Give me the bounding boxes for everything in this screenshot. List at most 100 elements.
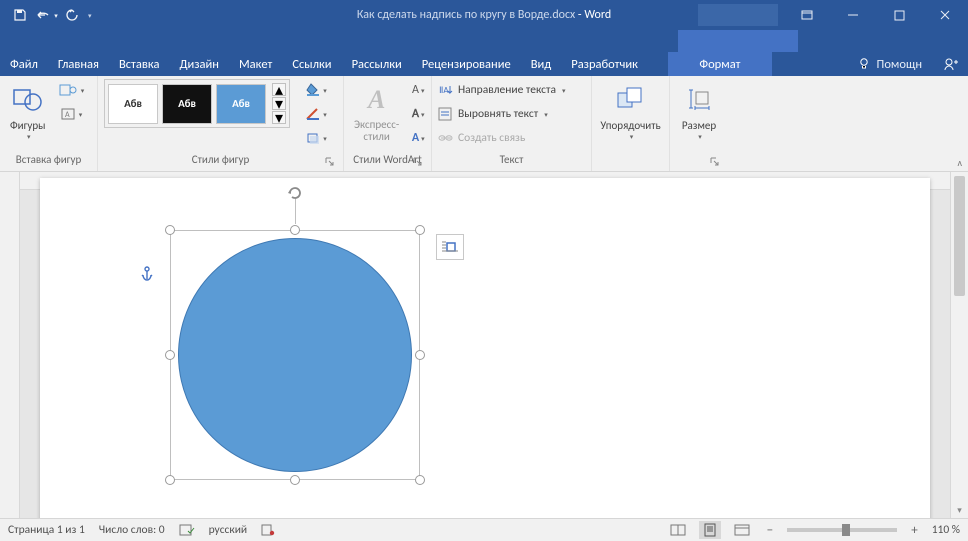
resize-handle-w[interactable] xyxy=(165,350,175,360)
save-button[interactable] xyxy=(8,3,32,27)
tab-file[interactable]: Файл xyxy=(0,52,48,76)
ribbon-display-options[interactable] xyxy=(784,0,830,30)
zoom-slider[interactable] xyxy=(787,528,897,532)
resize-handle-e[interactable] xyxy=(415,350,425,360)
zoom-level[interactable]: 110 % xyxy=(932,523,960,537)
scroll-down-icon[interactable]: ▾ xyxy=(951,502,968,518)
align-text-button[interactable]: Выровнять текст▾ xyxy=(438,103,548,125)
ribbon: Фигуры ▾ ▾ A▾ Вставка фигур Абв Абв Абв … xyxy=(0,76,968,172)
arrange-label: Упорядочить xyxy=(600,119,660,132)
minimize-button[interactable] xyxy=(830,0,876,30)
size-label: Размер xyxy=(682,119,716,132)
spellcheck-button[interactable] xyxy=(179,523,195,537)
resize-handle-s[interactable] xyxy=(290,475,300,485)
lightbulb-icon xyxy=(857,57,871,71)
resize-handle-se[interactable] xyxy=(415,475,425,485)
tab-insert[interactable]: Вставка xyxy=(109,52,170,76)
group-wordart-styles: A Экспресс- стили A▾ A▾ A▾ Стили WordArt xyxy=(344,76,432,171)
shape-fill-button[interactable]: ▾ xyxy=(298,79,334,101)
tab-format[interactable]: Формат xyxy=(668,52,772,76)
ribbon-tabs: Файл Главная Вставка Дизайн Макет Ссылки… xyxy=(0,52,968,76)
shapes-icon xyxy=(11,81,45,119)
vertical-scrollbar[interactable]: ▴ ▾ xyxy=(950,172,968,518)
text-outline-button[interactable]: A▾ xyxy=(407,103,429,125)
scroll-thumb[interactable] xyxy=(954,176,965,296)
read-mode-button[interactable] xyxy=(667,521,689,539)
quick-access-toolbar: ▾ ▾ xyxy=(0,3,92,27)
shape-style-gallery[interactable]: Абв Абв Абв ▴ ▾ ▾ xyxy=(104,79,290,128)
svg-text:ⅡA: ⅡA xyxy=(439,85,449,96)
zoom-slider-thumb[interactable] xyxy=(842,524,850,536)
dialog-launcher-icon[interactable] xyxy=(325,157,337,169)
drawing-tools-highlight xyxy=(678,30,798,52)
tell-me-search[interactable]: Помощн xyxy=(845,52,934,76)
layout-options-button[interactable] xyxy=(436,234,464,260)
page[interactable] xyxy=(40,178,930,518)
edit-shape-button[interactable]: ▾ xyxy=(54,79,90,101)
titlebar: ▾ ▾ Как сделать надпись по кругу в Ворде… xyxy=(0,0,968,30)
word-count[interactable]: Число слов: 0 xyxy=(99,523,165,537)
resize-handle-nw[interactable] xyxy=(165,225,175,235)
rotation-handle[interactable] xyxy=(286,184,304,202)
tab-references[interactable]: Ссылки xyxy=(282,52,341,76)
anchor-icon[interactable] xyxy=(140,266,154,282)
account-badge[interactable] xyxy=(698,4,778,26)
maximize-button[interactable] xyxy=(876,0,922,30)
text-direction-button[interactable]: ⅡA Направление текста▾ xyxy=(438,79,566,101)
collapse-ribbon-button[interactable]: ʌ xyxy=(957,156,962,169)
style-preview-white[interactable]: Абв xyxy=(108,84,158,124)
gallery-more-icon[interactable]: ▾ xyxy=(272,111,286,124)
group-label-shape-styles: Стили фигур xyxy=(104,153,337,170)
page-indicator[interactable]: Страница 1 из 1 xyxy=(8,523,85,537)
dialog-launcher-icon[interactable] xyxy=(710,157,722,169)
arrange-icon xyxy=(615,81,647,119)
tell-me-label: Помощн xyxy=(877,57,922,72)
text-effects-button[interactable]: A▾ xyxy=(407,127,429,149)
resize-handle-sw[interactable] xyxy=(165,475,175,485)
shape-effects-button[interactable]: ▾ xyxy=(298,127,334,149)
group-arrange: Упорядочить ▾ xyxy=(592,76,670,171)
draw-textbox-button[interactable]: A▾ xyxy=(54,103,90,125)
tab-design[interactable]: Дизайн xyxy=(169,52,229,76)
language-button[interactable]: русский xyxy=(209,523,248,537)
quick-styles-button: A Экспресс- стили xyxy=(350,79,403,145)
group-label-text: Текст xyxy=(438,153,585,170)
zoom-in-button[interactable]: + xyxy=(907,523,921,538)
tab-home[interactable]: Главная xyxy=(48,52,109,76)
zoom-out-button[interactable]: − xyxy=(763,523,777,538)
circle-shape[interactable] xyxy=(178,238,412,472)
group-text: ⅡA Направление текста▾ Выровнять текст▾ … xyxy=(432,76,592,171)
tab-developer[interactable]: Разработчик xyxy=(561,52,648,76)
tab-review[interactable]: Рецензирование xyxy=(412,52,521,76)
tab-layout[interactable]: Макет xyxy=(229,52,282,76)
print-layout-button[interactable] xyxy=(699,521,721,539)
tab-mailings[interactable]: Рассылки xyxy=(342,52,412,76)
tab-view[interactable]: Вид xyxy=(521,52,562,76)
dialog-launcher-icon[interactable] xyxy=(413,157,425,169)
style-preview-black[interactable]: Абв xyxy=(162,84,212,124)
resize-handle-ne[interactable] xyxy=(415,225,425,235)
undo-button[interactable]: ▾ xyxy=(34,3,58,27)
resize-handle-n[interactable] xyxy=(290,225,300,235)
style-preview-blue[interactable]: Абв xyxy=(216,84,266,124)
arrange-button[interactable]: Упорядочить ▾ xyxy=(596,79,664,143)
gallery-scroll[interactable]: ▴ ▾ ▾ xyxy=(272,83,286,124)
text-fill-button[interactable]: A▾ xyxy=(407,79,429,101)
selected-shape[interactable] xyxy=(170,230,420,480)
size-icon xyxy=(685,81,713,119)
redo-button[interactable] xyxy=(60,3,84,27)
shapes-button[interactable]: Фигуры ▾ xyxy=(6,79,50,143)
create-link-button: Создать связь xyxy=(438,127,525,149)
share-button[interactable] xyxy=(934,52,968,76)
close-button[interactable] xyxy=(922,0,968,30)
size-button[interactable]: Размер ▾ xyxy=(678,79,720,143)
shape-outline-button[interactable]: ▾ xyxy=(298,103,334,125)
vertical-ruler[interactable] xyxy=(0,172,20,518)
web-layout-button[interactable] xyxy=(731,521,753,539)
macro-record-button[interactable] xyxy=(261,523,275,537)
document-area[interactable] xyxy=(20,172,950,518)
statusbar: Страница 1 из 1 Число слов: 0 русский − … xyxy=(0,518,968,541)
group-label-insert-shapes: Вставка фигур xyxy=(6,153,91,170)
group-insert-shapes: Фигуры ▾ ▾ A▾ Вставка фигур xyxy=(0,76,98,171)
quick-styles-label: Экспресс- стили xyxy=(354,119,399,143)
